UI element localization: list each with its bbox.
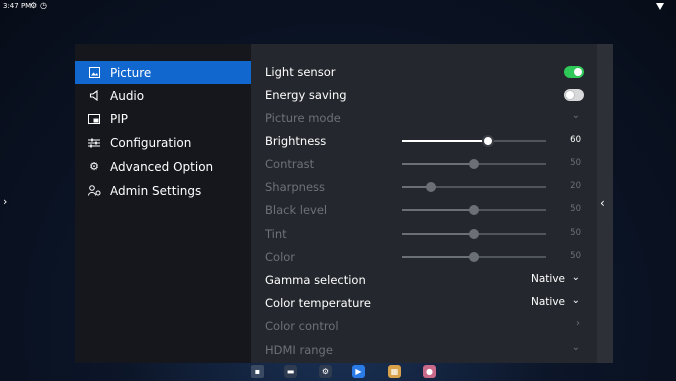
- menu-item-admin-settings[interactable]: Admin Settings: [75, 179, 251, 202]
- gamma-selection-label: Gamma selection: [265, 273, 366, 287]
- taskbar: ▪ ▬ ⚙ ▶ ▦ ●: [249, 362, 445, 381]
- color-temperature-value: Native: [531, 296, 565, 308]
- settings-gear-icon: ⚙: [30, 1, 38, 10]
- tint-value: 50: [570, 228, 581, 238]
- brightness-slider[interactable]: [402, 135, 546, 147]
- menu-item-label: Picture: [110, 65, 152, 80]
- slider-fill: [402, 233, 474, 235]
- chevron-down-icon: ⌄: [571, 110, 580, 121]
- slider-thumb[interactable]: [469, 205, 479, 215]
- row-hdmi-range[interactable]: HDMI range ⌄: [265, 340, 587, 360]
- menu-item-label: Audio: [110, 88, 145, 103]
- menu-item-label: PIP: [110, 111, 129, 126]
- speaker-icon: [87, 89, 101, 103]
- status-bar: 3:47 PM ⚙ ◷: [0, 0, 676, 14]
- menu-item-advanced-option[interactable]: ⚙ Advanced Option: [75, 155, 251, 178]
- row-color-temperature[interactable]: Color temperature Native ⌄: [265, 293, 587, 313]
- folder-icon[interactable]: ▬: [284, 365, 297, 378]
- admin-icon: [87, 184, 101, 198]
- brightness-label: Brightness: [265, 134, 327, 148]
- row-tint[interactable]: Tint 50: [265, 224, 587, 244]
- tint-label: Tint: [265, 227, 287, 241]
- sliders-icon: [87, 136, 101, 150]
- row-energy-saving[interactable]: Energy saving: [265, 85, 587, 105]
- chevron-down-icon: ⌄: [571, 342, 580, 353]
- picture-mode-label: Picture mode: [265, 111, 341, 125]
- sharpness-value: 20: [570, 181, 581, 191]
- brightness-value: 60: [570, 135, 581, 145]
- apps-icon[interactable]: ▪: [251, 365, 264, 378]
- row-gamma-selection[interactable]: Gamma selection Native ⌄: [265, 270, 587, 290]
- slider-thumb[interactable]: [482, 135, 495, 147]
- menu-item-configuration[interactable]: Configuration: [75, 131, 251, 154]
- chevron-down-icon[interactable]: ⌄: [572, 295, 580, 306]
- light-sensor-toggle[interactable]: [564, 66, 584, 78]
- tint-slider[interactable]: [402, 229, 546, 239]
- gamma-selection-value: Native: [531, 273, 565, 285]
- row-brightness[interactable]: Brightness 60: [265, 131, 587, 151]
- row-sharpness[interactable]: Sharpness 20: [265, 177, 587, 197]
- color-slider[interactable]: [402, 252, 546, 262]
- menu-item-label: Admin Settings: [110, 183, 202, 198]
- media-player-icon[interactable]: ▶: [352, 365, 365, 378]
- menu-item-audio[interactable]: Audio: [75, 84, 251, 107]
- gallery-icon[interactable]: ▦: [388, 365, 401, 378]
- slider-thumb[interactable]: [469, 229, 479, 239]
- settings-icon[interactable]: ⚙: [319, 365, 332, 378]
- pip-icon: [87, 112, 101, 126]
- color-label: Color: [265, 250, 296, 264]
- light-sensor-label: Light sensor: [265, 65, 336, 79]
- color-control-label: Color control: [265, 319, 339, 333]
- slider-thumb[interactable]: [469, 159, 479, 169]
- menu-item-pip[interactable]: PIP: [75, 107, 251, 130]
- wifi-icon: [656, 3, 664, 10]
- menu-item-label: Configuration: [110, 135, 192, 150]
- slider-thumb[interactable]: [469, 252, 479, 262]
- toggle-knob: [566, 91, 574, 99]
- row-contrast[interactable]: Contrast 50: [265, 154, 587, 174]
- color-value: 50: [570, 251, 581, 261]
- menu-item-picture[interactable]: Picture: [75, 61, 251, 84]
- slider-fill: [402, 163, 474, 165]
- row-black-level[interactable]: Black level 50: [265, 200, 587, 220]
- contrast-slider[interactable]: [402, 159, 546, 169]
- row-picture-mode[interactable]: Picture mode ⌄: [265, 108, 587, 128]
- status-time: 3:47 PM: [3, 2, 32, 10]
- picture-icon: [87, 66, 101, 80]
- black-level-label: Black level: [265, 203, 328, 217]
- energy-saving-toggle[interactable]: [564, 89, 584, 101]
- slider-fill: [402, 140, 489, 142]
- toggle-knob: [574, 68, 582, 76]
- contrast-value: 50: [570, 158, 581, 168]
- record-icon[interactable]: ●: [423, 365, 436, 378]
- black-level-slider[interactable]: [402, 205, 546, 215]
- row-color[interactable]: Color 50: [265, 247, 587, 267]
- black-level-value: 50: [570, 204, 581, 214]
- hdmi-range-label: HDMI range: [265, 343, 333, 357]
- row-light-sensor[interactable]: Light sensor: [265, 62, 587, 82]
- clock-icon: ◷: [40, 1, 47, 10]
- chevron-right-icon[interactable]: ›: [3, 195, 7, 208]
- slider-fill: [402, 256, 474, 258]
- chevron-right-icon: ›: [576, 318, 580, 329]
- color-temperature-label: Color temperature: [265, 296, 371, 310]
- sharpness-label: Sharpness: [265, 180, 326, 194]
- sharpness-slider[interactable]: [402, 182, 546, 192]
- settings-menu: Picture Audio PIP Configuration ⚙ Advanc…: [75, 44, 251, 363]
- menu-item-label: Advanced Option: [110, 159, 214, 174]
- chevron-down-icon[interactable]: ⌄: [572, 272, 580, 283]
- contrast-label: Contrast: [265, 157, 315, 171]
- collapse-chevron-left-icon[interactable]: ‹: [600, 196, 605, 210]
- slider-fill: [402, 209, 474, 211]
- energy-saving-label: Energy saving: [265, 88, 347, 102]
- row-color-control[interactable]: Color control ›: [265, 316, 587, 336]
- slider-thumb[interactable]: [425, 182, 436, 192]
- gear-icon: ⚙: [89, 159, 99, 173]
